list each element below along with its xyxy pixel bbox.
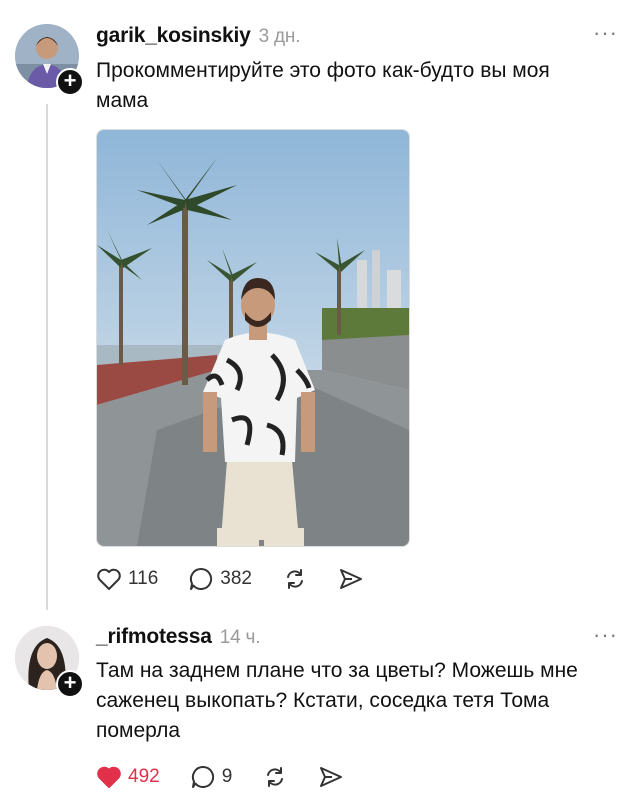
send-icon bbox=[340, 569, 362, 589]
follow-plus-icon[interactable]: + bbox=[56, 670, 84, 698]
repost-button[interactable] bbox=[262, 764, 288, 790]
comment-bubble-icon bbox=[190, 567, 213, 590]
share-button[interactable] bbox=[338, 566, 364, 592]
post-actions: 492 9 bbox=[96, 764, 374, 790]
post-header: garik_kosinskiy 3 дн. bbox=[96, 24, 301, 48]
comment-button[interactable]: 382 bbox=[188, 566, 252, 592]
comment-button[interactable]: 9 bbox=[190, 764, 233, 790]
post-photo[interactable] bbox=[96, 129, 410, 547]
send-icon bbox=[320, 767, 343, 787]
repost-icon bbox=[267, 767, 284, 787]
thread-line bbox=[46, 104, 48, 610]
username[interactable]: garik_kosinskiy bbox=[96, 24, 251, 47]
like-count: 492 bbox=[128, 766, 160, 787]
timestamp: 14 ч. bbox=[219, 627, 261, 648]
more-options-icon[interactable]: ··· bbox=[593, 622, 618, 648]
like-count: 116 bbox=[128, 568, 159, 589]
heart-icon bbox=[97, 766, 121, 788]
repost-button[interactable] bbox=[282, 566, 308, 592]
more-options-icon[interactable]: ··· bbox=[593, 20, 618, 46]
share-button[interactable] bbox=[318, 764, 344, 790]
comment-count: 9 bbox=[221, 766, 233, 787]
like-button[interactable]: 492 bbox=[96, 765, 160, 789]
comment-bubble-icon bbox=[191, 765, 214, 788]
post-garik: + garik_kosinskiy 3 дн. ··· Прокомментиру… bbox=[0, 0, 640, 610]
username[interactable]: _rifmotessa bbox=[96, 625, 212, 648]
like-button[interactable]: 116 bbox=[96, 567, 158, 591]
repost-icon bbox=[287, 569, 303, 589]
post-actions: 116 382 bbox=[96, 566, 394, 592]
heart-icon bbox=[97, 568, 121, 590]
post-text: Там на заднем плане что за цветы? Можешь… bbox=[96, 659, 578, 742]
follow-plus-icon[interactable]: + bbox=[56, 68, 84, 96]
timestamp: 3 дн. bbox=[258, 26, 301, 47]
photo-illustration bbox=[97, 130, 409, 546]
post-rifmotessa: + _rifmotessa 14 ч. ··· Там на заднем пла… bbox=[0, 610, 640, 812]
post-header: _rifmotessa 14 ч. bbox=[96, 625, 260, 649]
comment-count: 382 bbox=[220, 568, 252, 589]
post-text: Прокомментируйте это фото как-будто вы м… bbox=[96, 59, 550, 112]
